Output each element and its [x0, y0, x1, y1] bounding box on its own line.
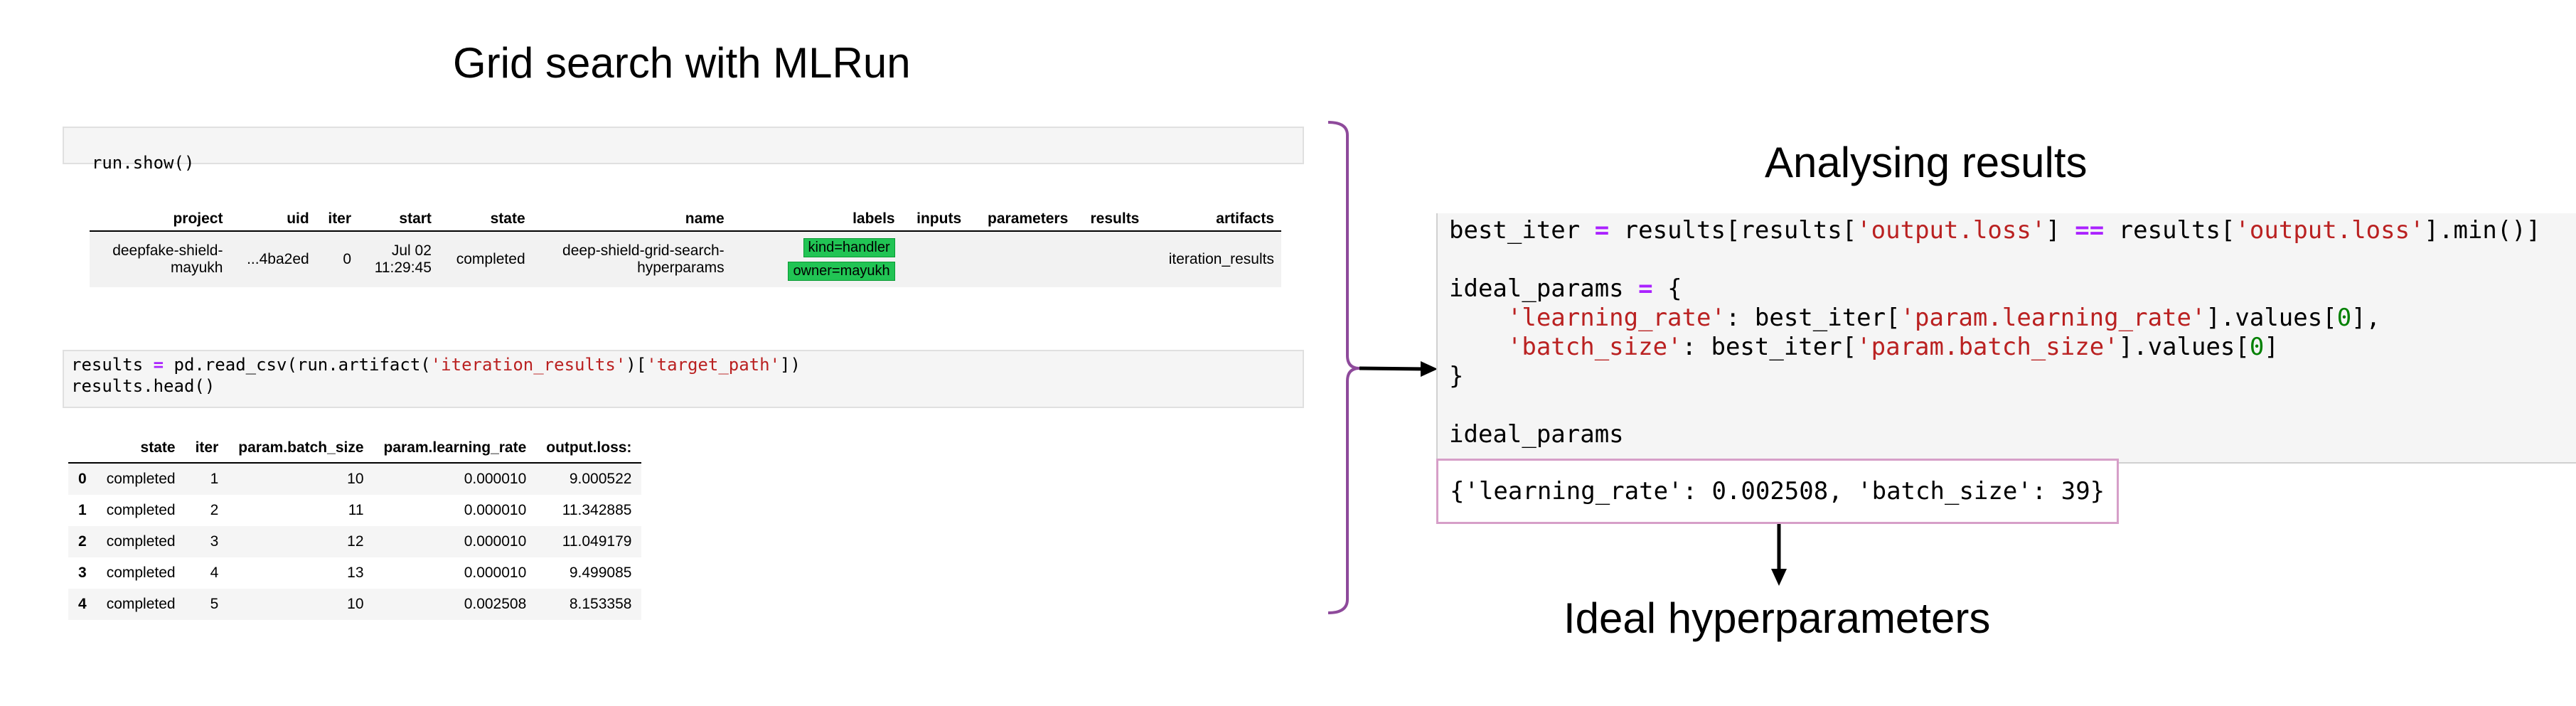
output-text: {'learning_rate': 0.002508, 'batch_size'… — [1450, 477, 2105, 506]
code-token: results[results[ — [1609, 216, 1857, 245]
code-token: ].values[ — [2118, 333, 2250, 361]
code-token: results[ — [2104, 216, 2235, 245]
code-token: 0 — [2336, 304, 2352, 332]
code-token: ].min()] — [2424, 216, 2541, 245]
code-token: 'output.loss' — [1856, 216, 2046, 245]
code-token: 'param.batch_size' — [1856, 333, 2119, 361]
arrowhead-icon — [1771, 569, 1787, 586]
code-token: ].values[ — [2206, 304, 2337, 332]
code-token: ] — [2264, 333, 2279, 361]
code-token: best_iter — [1449, 216, 1595, 245]
code-token: 'output.loss' — [2235, 216, 2425, 245]
code-token: ideal_params — [1449, 274, 1639, 303]
curly-brace — [1327, 121, 1360, 614]
code-token: ], — [2351, 304, 2381, 332]
code-token: 'batch_size' — [1507, 333, 1682, 361]
code-token: == — [2075, 216, 2105, 245]
code-token: : best_iter[ — [1682, 333, 1857, 361]
code-token: 'param.learning_rate' — [1900, 304, 2206, 332]
arrowhead-icon — [1421, 361, 1438, 377]
code-token: } — [1449, 362, 1464, 390]
code-token: = — [1638, 274, 1653, 303]
code-token: 'learning_rate' — [1507, 304, 1726, 332]
analysis-code-cell[interactable]: best_iter = results[results['output.loss… — [1436, 213, 2576, 464]
code-token: = — [1594, 216, 1610, 245]
code-token: 0 — [2249, 333, 2265, 361]
code-token: { — [1652, 274, 1682, 303]
arrow-line — [1359, 366, 1426, 371]
output-box: {'learning_rate': 0.002508, 'batch_size'… — [1436, 459, 2119, 524]
code-token: ideal_params — [1449, 420, 1624, 449]
code-token: ] — [2046, 216, 2075, 245]
code-token: : best_iter[ — [1725, 304, 1901, 332]
